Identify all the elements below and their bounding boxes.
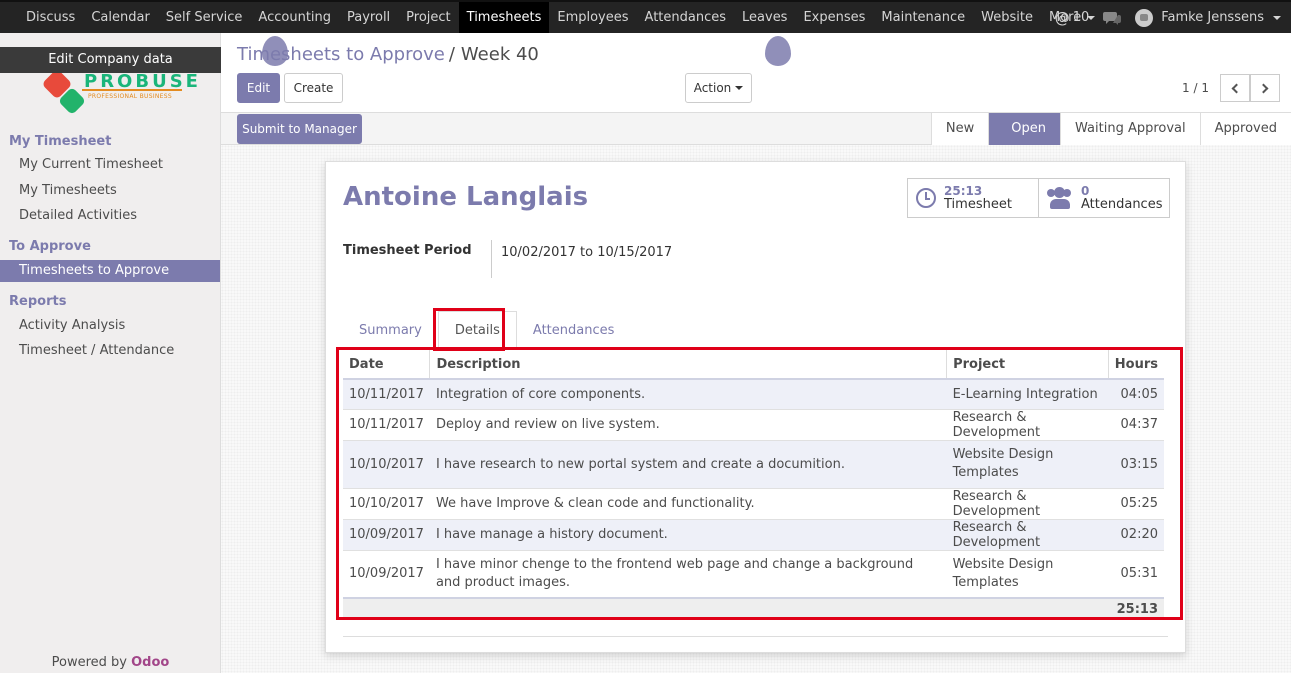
company-logo[interactable]: PROBUSE PROFESSIONAL BUSINESS [41,68,198,121]
menu-calendar[interactable]: Calendar [83,2,157,33]
menu-employees[interactable]: Employees [549,2,636,33]
sidebar: Edit Company data PROBUSE PROFESSIONAL B… [0,33,221,673]
powered-by: Powered by Odoo [0,655,221,670]
top-navbar: Discuss Calendar Self Service Accounting… [0,0,1291,33]
breadcrumb-separator: / [448,44,455,65]
chevron-right-icon [1258,83,1269,93]
edit-company-tooltip: Edit Company data [0,47,221,73]
breadcrumb-current: Week 40 [460,44,539,65]
section-my-timesheet: My Timesheet [9,134,112,149]
logo-underline [82,89,182,91]
chevron-left-icon [1231,83,1242,93]
details-table-highlight [336,347,1183,620]
menu-expenses[interactable]: Expenses [795,2,873,33]
form-view: Antoine Langlais 25:13 Timesheet 0 Atten… [221,145,1291,673]
submit-to-manager-button[interactable]: Submit to Manager [237,114,362,144]
sidebar-item-my-current-timesheet[interactable]: My Current Timesheet [0,154,220,176]
powered-by-text: Powered by [51,655,127,670]
menu-accounting[interactable]: Accounting [250,2,339,33]
user-name: Famke Jenssens [1161,10,1264,25]
timesheet-smart-button[interactable]: 25:13 Timesheet [908,179,1038,217]
attendances-count: 0 [1081,184,1090,198]
section-to-approve: To Approve [9,239,91,254]
divider [343,636,1168,637]
clock-icon [916,188,936,208]
app-menu: Discuss Calendar Self Service Accounting… [0,2,1103,33]
chevron-down-icon [735,86,744,90]
drop-decoration [262,36,288,66]
form-sheet: Antoine Langlais 25:13 Timesheet 0 Atten… [325,161,1186,653]
control-panel: Timesheets to Approve / Week 40 Edit Creat… [221,33,1291,113]
smart-buttons: 25:13 Timesheet 0 Attendances [907,178,1170,218]
timesheet-period-value: 10/02/2017 to 10/15/2017 [501,245,673,260]
menu-payroll[interactable]: Payroll [339,2,398,33]
sidebar-item-activity-analysis[interactable]: Activity Analysis [0,315,220,337]
at-icon: @ [1054,8,1070,27]
pager-previous-button[interactable] [1220,74,1250,102]
edit-button[interactable]: Edit [237,73,280,103]
odoo-link[interactable]: Odoo [131,655,169,670]
sidebar-item-timesheet-attendance[interactable]: Timesheet / Attendance [0,340,220,362]
section-reports: Reports [9,294,67,309]
pager-value: 1 / 1 [1182,81,1209,95]
users-icon [1047,187,1073,209]
menu-project[interactable]: Project [398,2,458,33]
divider [491,240,492,278]
mentions-count: 10 [1072,10,1090,25]
pager-next-button[interactable] [1250,74,1280,102]
status-step-open[interactable]: Open [988,113,1061,145]
status-step-waiting-approval[interactable]: Waiting Approval [1060,113,1200,145]
menu-leaves[interactable]: Leaves [734,2,795,33]
systray: @ 10 Famke Jenssens [1055,2,1281,33]
timesheet-total: 25:13 [944,184,983,198]
menu-maintenance[interactable]: Maintenance [873,2,973,33]
attendances-label: Attendances [1081,197,1163,212]
user-menu[interactable]: Famke Jenssens [1135,8,1281,27]
create-button[interactable]: Create [284,73,343,103]
menu-timesheets[interactable]: Timesheets [458,2,550,33]
sidebar-item-timesheets-to-approve[interactable]: Timesheets to Approve [0,260,220,282]
avatar [1135,8,1154,27]
messages-button[interactable] [1103,11,1122,25]
sidebar-item-detailed-activities[interactable]: Detailed Activities [0,205,220,227]
timesheet-label: Timesheet [944,197,1012,212]
menu-website[interactable]: Website [973,2,1041,33]
chevron-down-icon [1273,15,1281,20]
attendances-smart-button[interactable]: 0 Attendances [1038,179,1169,217]
menu-self-service[interactable]: Self Service [158,2,251,33]
details-tab-highlight [433,308,505,351]
status-steps: New Open Waiting Approval Approved [930,113,1291,145]
logo-tagline: PROFESSIONAL BUSINESS [88,93,172,100]
action-dropdown[interactable]: Action [685,73,752,103]
form-statusbar: Submit to Manager New Open Waiting Appro… [221,113,1291,145]
timesheet-period-label: Timesheet Period [343,243,472,258]
employee-name: Antoine Langlais [343,182,589,212]
status-step-new[interactable]: New [930,113,989,145]
chat-icon [1103,11,1122,25]
action-label: Action [693,81,732,95]
sidebar-item-my-timesheets[interactable]: My Timesheets [0,180,220,202]
status-step-approved[interactable]: Approved [1199,113,1291,145]
tab-summary[interactable]: Summary [343,311,438,349]
menu-attendances[interactable]: Attendances [637,2,734,33]
mentions-button[interactable]: @ 10 [1055,9,1090,27]
menu-discuss[interactable]: Discuss [18,2,83,33]
tab-attendances[interactable]: Attendances [517,311,630,349]
drop-decoration [765,36,791,66]
